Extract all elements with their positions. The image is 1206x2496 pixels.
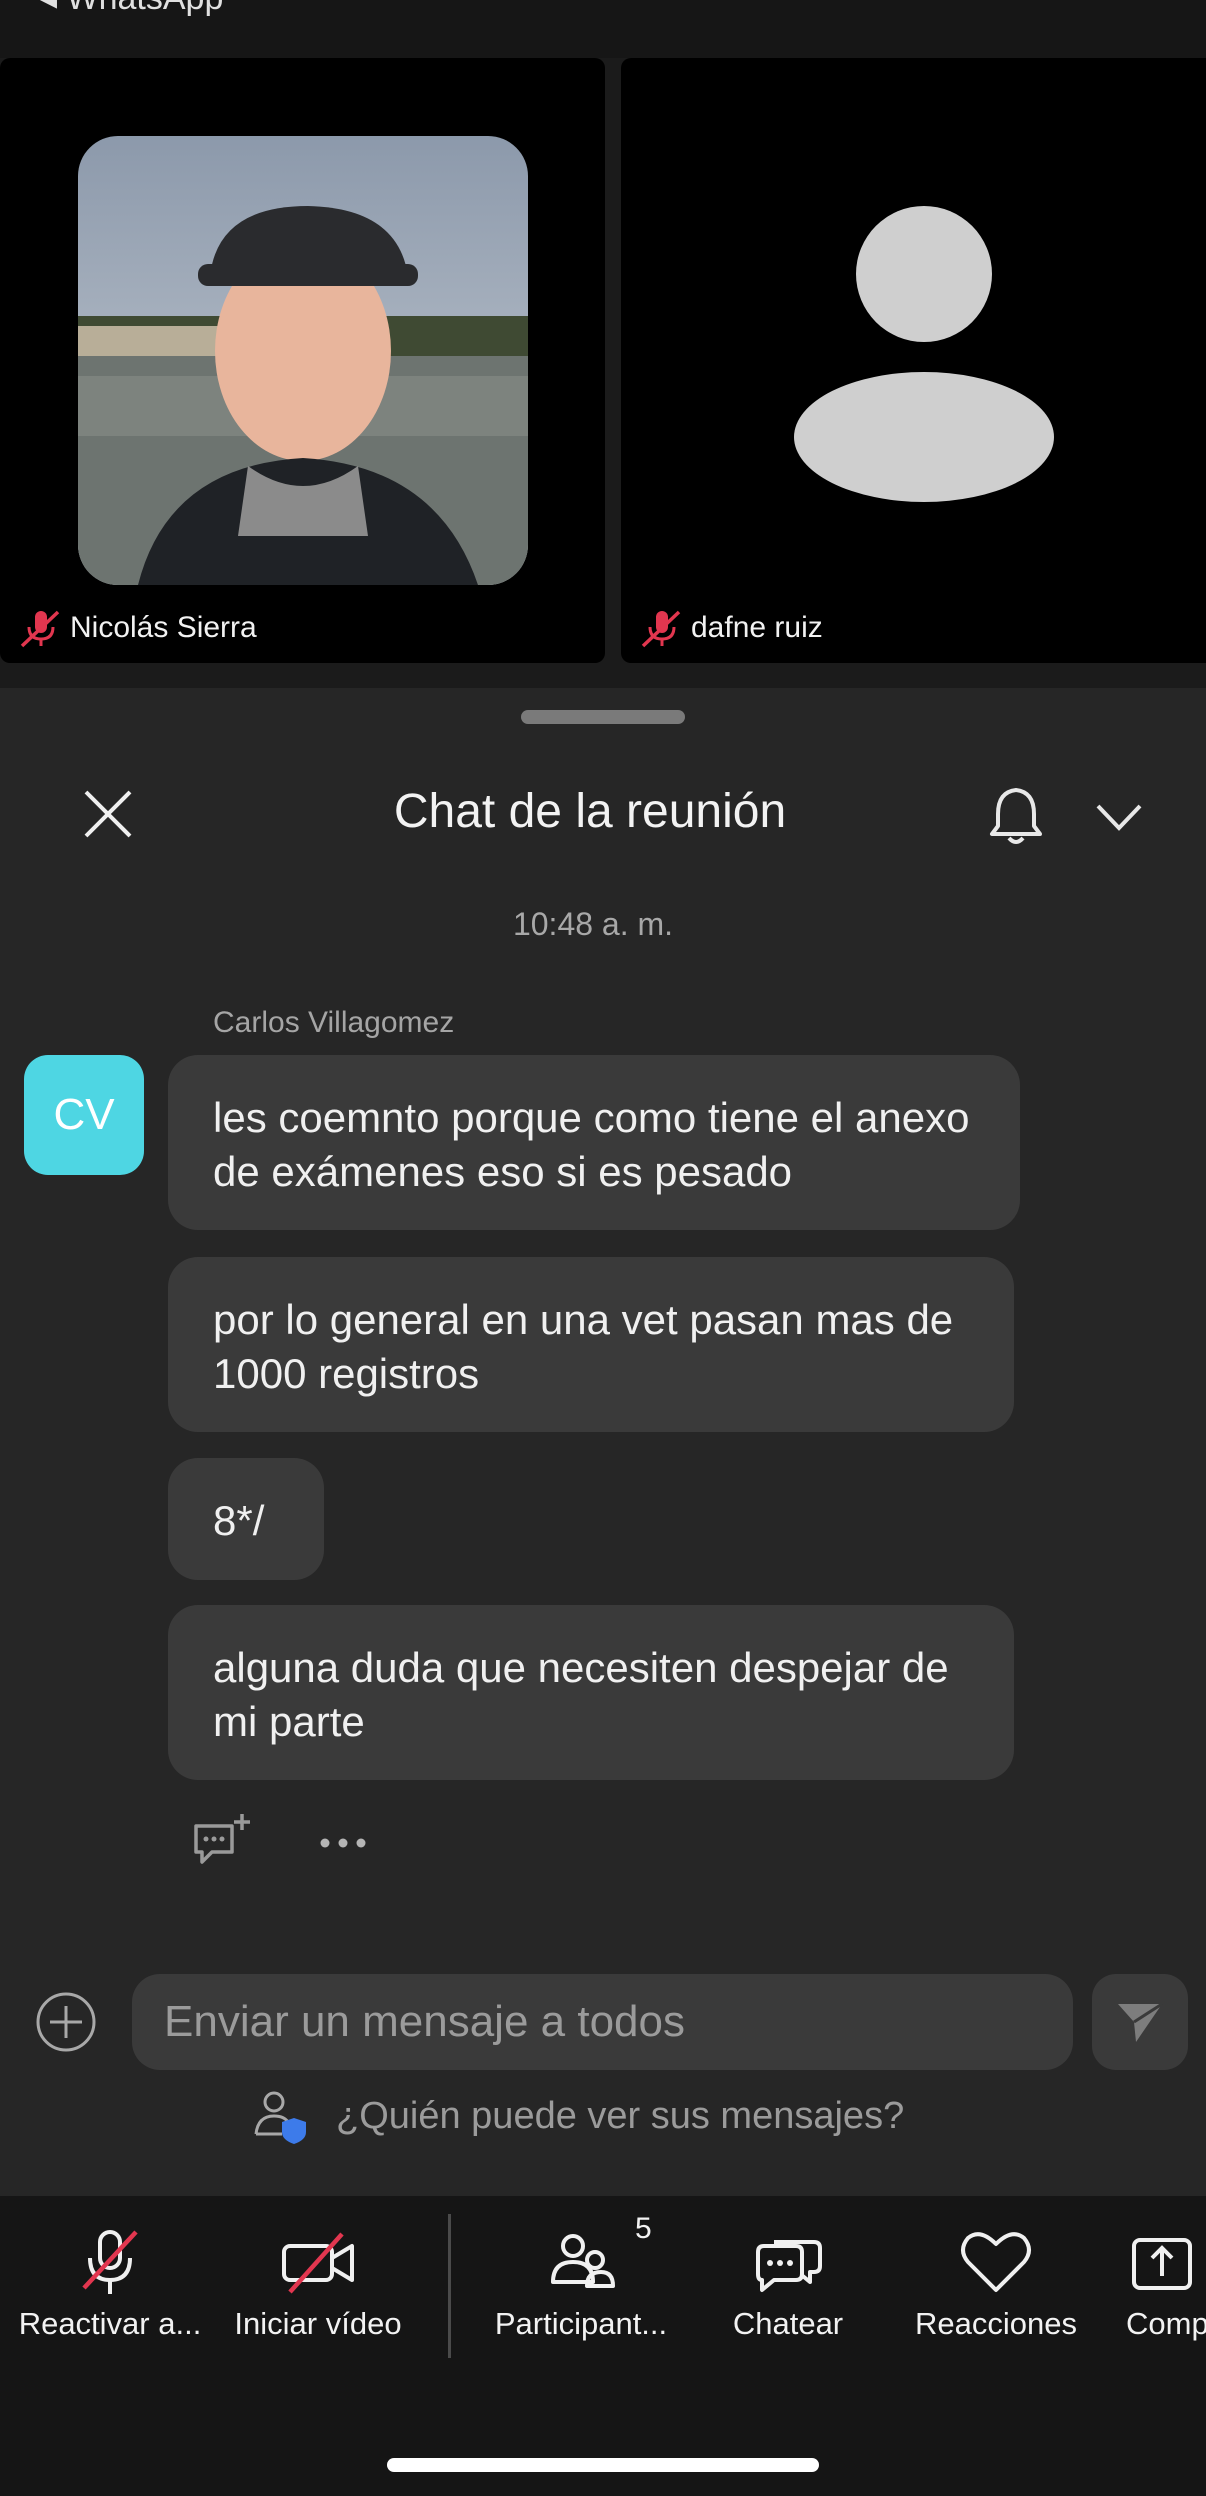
share-button[interactable]: Comp xyxy=(1126,2224,1206,2344)
participants-count-badge: 5 xyxy=(635,2212,652,2245)
add-circle-icon[interactable] xyxy=(34,1990,98,2054)
user-shield-icon xyxy=(254,2091,306,2144)
share-icon xyxy=(1132,2238,1192,2290)
status-bar: ◂ WhatsApp xyxy=(0,0,1206,58)
meeting-chat-panel: Chat de la reunión 10:48 a. m. Carlos Vi… xyxy=(0,688,1206,2196)
toolbar-divider xyxy=(448,2214,451,2358)
message-bubble[interactable]: alguna duda que necesiten despejar de mi… xyxy=(168,1605,1014,1780)
toolbar-label: Iniciar vídeo xyxy=(234,2306,402,2341)
toolbar-label: Reacciones xyxy=(915,2306,1077,2341)
participants-icon xyxy=(551,2234,615,2288)
send-icon xyxy=(1118,2002,1163,2042)
comment-plus-icon[interactable] xyxy=(190,1812,254,1872)
home-indicator[interactable] xyxy=(387,2458,819,2472)
toolbar-label: Reactivar a... xyxy=(18,2306,202,2341)
message-input[interactable] xyxy=(132,1974,1073,2070)
participant-name: Nicolás Sierra xyxy=(70,611,257,644)
chat-icon xyxy=(756,2240,822,2292)
ellipsis-icon[interactable] xyxy=(318,1836,368,1850)
bell-icon[interactable] xyxy=(986,784,1046,846)
participant-tile[interactable]: dafne ruiz xyxy=(621,58,1206,663)
video-grid: Nicolás Sierra dafne ruiz xyxy=(0,58,1206,688)
toolbar-label: Participant... xyxy=(494,2306,668,2341)
who-can-see-text: ¿Quién puede ver sus mensajes? xyxy=(336,2094,905,2137)
message-timestamp: 10:48 a. m. xyxy=(512,906,674,942)
message-bubble[interactable]: 8*/ xyxy=(168,1458,324,1580)
chat-button[interactable]: Chatear xyxy=(708,2224,868,2344)
message-bubble[interactable]: les coemnto porque como tiene el anexo d… xyxy=(168,1055,1020,1230)
mic-off-icon xyxy=(82,2230,138,2294)
participant-name-label: Nicolás Sierra xyxy=(18,608,257,648)
send-button[interactable] xyxy=(1092,1974,1188,2070)
back-to-app-link[interactable]: ◂ WhatsApp xyxy=(40,0,223,18)
sender-name: Carlos Villagomez xyxy=(213,1006,455,1039)
reactions-button[interactable]: Reacciones xyxy=(900,2224,1092,2344)
meeting-toolbar: Reactivar a... Iniciar vídeo Participant… xyxy=(0,2196,1206,2496)
start-video-button[interactable]: Iniciar vídeo xyxy=(218,2224,418,2344)
toolbar-label: Comp xyxy=(1126,2306,1206,2341)
mic-muted-icon xyxy=(641,610,681,648)
participant-tile[interactable]: Nicolás Sierra xyxy=(0,58,605,663)
participant-name-label: dafne ruiz xyxy=(639,608,823,648)
unmute-button[interactable]: Reactivar a... xyxy=(8,2224,212,2344)
mic-muted-icon xyxy=(20,610,60,648)
drag-handle[interactable] xyxy=(521,710,685,724)
who-can-see-link[interactable]: ¿Quién puede ver sus mensajes? xyxy=(254,2088,904,2144)
participants-button[interactable]: Participant... xyxy=(476,2224,686,2344)
heart-icon xyxy=(961,2232,1031,2292)
chevron-down-icon[interactable] xyxy=(1094,796,1144,836)
toolbar-label: Chatear xyxy=(732,2306,844,2341)
message-bubble[interactable]: por lo general en una vet pasan mas de 1… xyxy=(168,1257,1014,1432)
participant-video-thumbnail xyxy=(78,136,528,585)
participant-name: dafne ruiz xyxy=(691,611,823,644)
video-off-icon xyxy=(282,2232,354,2294)
user-placeholder-icon xyxy=(794,206,1054,502)
avatar[interactable]: CV xyxy=(24,1055,144,1175)
